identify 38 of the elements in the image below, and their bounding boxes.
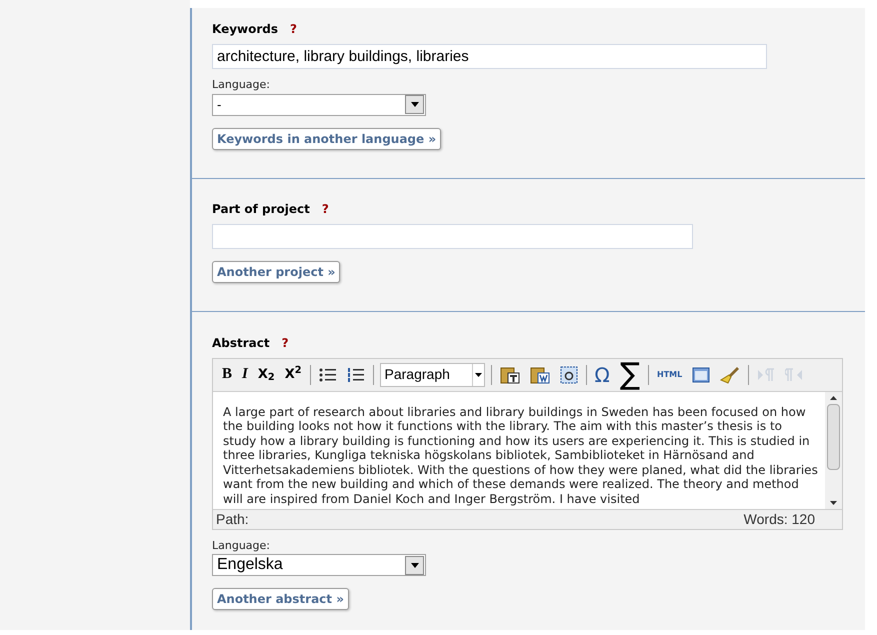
formula-button[interactable]: ∑ xyxy=(620,360,640,390)
html-button[interactable]: HTML xyxy=(657,370,682,378)
bold-button[interactable]: B xyxy=(222,367,232,382)
help-icon[interactable]: ? xyxy=(322,200,329,218)
abstract-text: A large part of research about libraries and library buildings in Sweden has been focused on how the building looks not how it functions with the library. The aim with this master’s thesis is to study how a library building is functioning and how its users are experiencing it. This is studied in three libraries, Kungliga tekniska högskolans bibliotek, Sambiblioteket in Härnösand and Vitterhetsakademiens bibliotek. With the questions of how they were planed, what did the libraries want from the new building and which of these demands were realized. The theory and method will are inspired from Daniel Koch and Inger Bergström. I have visited xyxy=(223,404,819,507)
add-button[interactable]: Keywords in another language » xyxy=(212,128,442,150)
field-label: Keywords xyxy=(212,21,278,38)
format-dropdown[interactable]: Paragraph xyxy=(380,362,485,386)
dropdown-arrow-icon[interactable] xyxy=(472,364,484,386)
language-label: Language: xyxy=(212,77,271,93)
script-button[interactable]: X$_{2}$ xyxy=(258,368,275,381)
numbers-icon[interactable] xyxy=(346,366,365,382)
script-button[interactable]: X$^{2}$ xyxy=(284,368,302,381)
language-dropdown[interactable]: Engelska xyxy=(212,554,426,576)
window-icon[interactable] xyxy=(692,366,710,382)
paste-text-icon[interactable] xyxy=(500,366,520,384)
word-count: Words: 120 xyxy=(744,510,815,528)
scroll-down-icon[interactable] xyxy=(830,500,837,504)
add-button[interactable]: Another abstract » xyxy=(212,588,349,610)
scrollbar[interactable] xyxy=(825,392,842,508)
brush-icon[interactable] xyxy=(720,366,740,384)
keywords-field[interactable]: architecture, library buildings, libraries xyxy=(212,44,767,69)
language-label: Language: xyxy=(212,538,271,554)
project-field[interactable] xyxy=(212,224,693,248)
select-all-icon[interactable] xyxy=(560,366,578,384)
language-dropdown[interactable]: - xyxy=(212,94,426,116)
field-label: Abstract xyxy=(212,334,270,352)
path-label: Path: xyxy=(216,510,249,528)
scroll-thumb[interactable] xyxy=(827,404,840,470)
italic-button[interactable]: I xyxy=(242,367,248,382)
help-icon[interactable]: ? xyxy=(290,20,297,38)
help-icon[interactable]: ? xyxy=(282,334,289,352)
bullets-icon[interactable] xyxy=(318,366,337,382)
scroll-up-icon[interactable] xyxy=(830,396,837,400)
field-label: Part of project xyxy=(212,200,310,218)
paste-word-icon[interactable] xyxy=(530,366,550,384)
special-character-button[interactable]: Ω xyxy=(594,364,610,384)
add-button[interactable]: Another project » xyxy=(212,260,340,282)
